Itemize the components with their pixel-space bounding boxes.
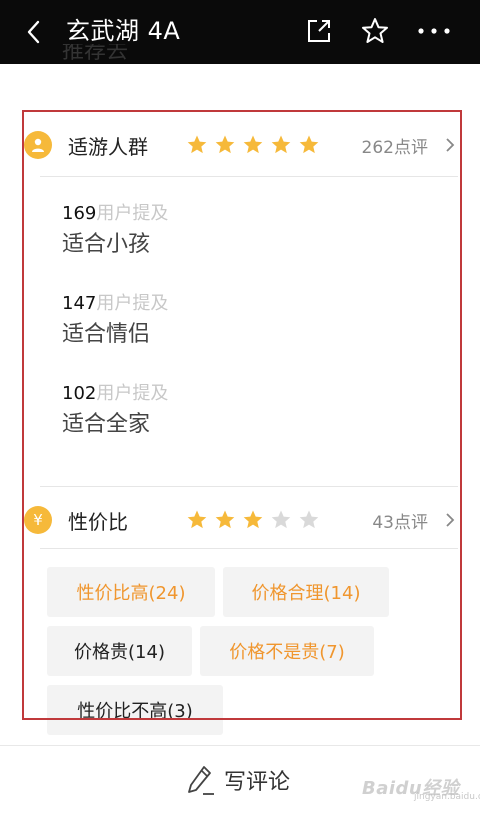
mention-unit: 用户提及 [96,293,169,314]
mention-label: 适合小孩 [62,232,151,257]
write-review-button[interactable]: 写评论 [186,762,290,798]
share-icon [308,20,330,42]
share-button[interactable] [302,14,336,48]
yen-icon: ¥ [33,511,43,529]
favorite-button[interactable] [358,14,392,48]
tag-button[interactable]: 性价比高(24) [47,567,215,617]
value-rating-stars [186,509,320,531]
tag-button[interactable]: 价格贵(14) [47,626,192,676]
crowd-title: 适游人群 [68,134,148,159]
chevron-right-icon [446,513,455,527]
mention-count: 147 [62,293,97,314]
tag-button[interactable]: 价格合理(14) [223,567,389,617]
star-outline-icon [362,18,388,43]
mention-unit: 用户提及 [96,383,169,404]
value-section-header[interactable]: ¥ 性价比 43点评 [24,500,464,540]
pencil-icon [188,766,214,795]
divider [40,548,458,549]
mention-item: 102用户提及 适合全家 [62,382,168,442]
mention-count: 169 [62,203,97,224]
mention-label: 适合全家 [62,412,151,437]
star-filled-icon [187,135,207,154]
person-icon [32,138,44,152]
star-filled-icon [299,135,319,154]
value-review-count: 43点评 [372,512,428,533]
more-button[interactable] [414,14,454,48]
value-title: 性价比 [68,509,128,534]
write-review-label: 写评论 [224,770,291,795]
value-badge: ¥ [24,506,52,534]
more-icon [418,28,450,34]
crowd-review-count: 262点评 [361,137,428,158]
cut-off-text: 推荐去 [62,44,129,64]
star-filled-icon [215,135,235,154]
back-button[interactable] [18,12,48,52]
crowd-badge [24,131,52,159]
footer-divider [0,745,480,746]
star-filled-icon [243,510,263,529]
baidu-watermark: Baidu经验 jingyan.baidu.com [352,762,480,806]
star-empty-icon [299,510,319,529]
back-icon [27,20,40,44]
star-filled-icon [187,510,207,529]
star-filled-icon [271,135,291,154]
tag-button[interactable]: 性价比不高(3) [47,685,223,735]
divider [40,486,458,487]
watermark-sub: jingyan.baidu.com [414,792,480,802]
tag-button[interactable]: 价格不是贵(7) [200,626,374,676]
crowd-section-header[interactable]: 适游人群 262点评 [24,125,464,165]
star-filled-icon [215,510,235,529]
page-title: 玄武湖 4A [66,17,181,45]
crowd-rating-stars [186,134,320,156]
star-empty-icon [271,510,291,529]
mention-label: 适合情侣 [62,322,151,347]
mention-item: 147用户提及 适合情侣 [62,292,168,352]
divider [40,176,458,177]
mention-item: 169用户提及 适合小孩 [62,202,168,262]
star-filled-icon [243,135,263,154]
mention-unit: 用户提及 [96,203,169,224]
mention-count: 102 [62,383,97,404]
chevron-right-icon [446,138,455,152]
